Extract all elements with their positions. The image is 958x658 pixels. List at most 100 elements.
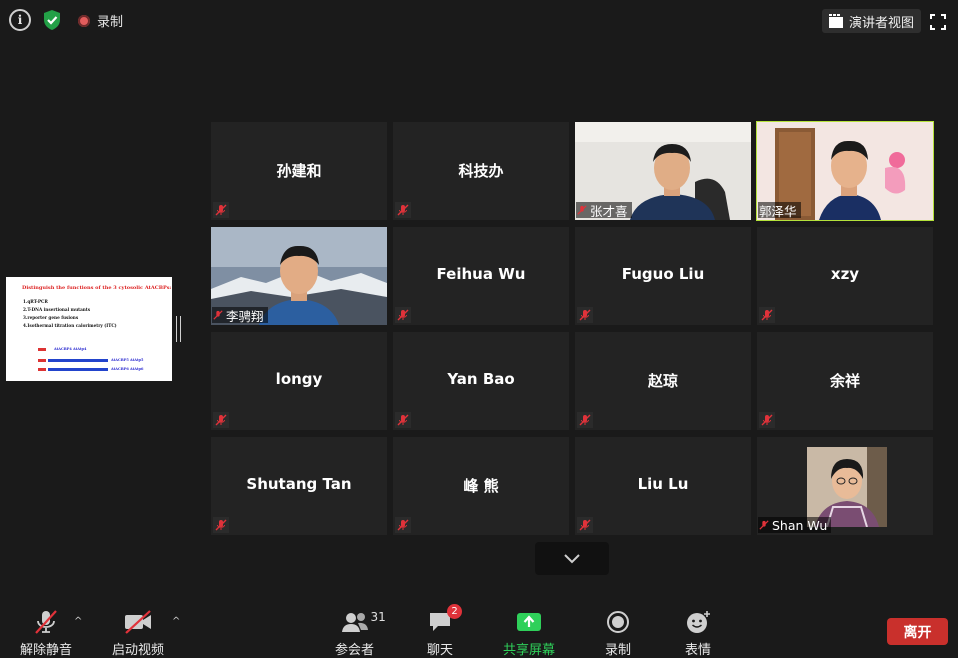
participant-name-label: 郭泽华 bbox=[758, 202, 801, 219]
recording-indicator[interactable]: 录制 bbox=[78, 11, 123, 30]
participant-name-label: 李骋翔 bbox=[212, 307, 268, 324]
participants-count: 31 bbox=[370, 610, 386, 624]
slide-line: 1.qRT-PCR bbox=[23, 299, 48, 304]
record-dot-icon bbox=[78, 14, 90, 27]
video-off-icon bbox=[123, 610, 153, 634]
recording-label: 录制 bbox=[97, 15, 124, 30]
presenter-view-button[interactable]: 演讲者视图 bbox=[822, 9, 922, 33]
mic-muted-icon bbox=[759, 520, 769, 530]
mic-muted-icon bbox=[577, 517, 593, 533]
slide-diagram-bar bbox=[38, 348, 46, 351]
participant-name: Shutang Tan bbox=[246, 475, 352, 493]
participant-name: 孙建和 bbox=[276, 162, 322, 180]
mic-muted-icon bbox=[395, 412, 411, 428]
participant-tile[interactable]: Shutang Tan bbox=[211, 437, 387, 535]
start-video-label: 启动视频 bbox=[112, 643, 165, 658]
participant-tile[interactable]: xzy bbox=[757, 227, 933, 325]
participant-tile[interactable]: 赵琼 bbox=[575, 332, 751, 430]
slide-line: 3.reporter gene fusions bbox=[23, 315, 79, 320]
participant-tile-video[interactable]: 李骋翔 bbox=[211, 227, 387, 325]
mic-muted-icon bbox=[577, 205, 587, 215]
meeting-toolbar: 解除静音 ^ 启动视频 ^ 31 参会者 2 聊天 共享屏幕 录制 表情 bbox=[0, 600, 958, 658]
participant-tile[interactable]: Feihua Wu bbox=[393, 227, 569, 325]
reactions-button[interactable]: 表情 bbox=[685, 610, 711, 658]
shield-icon[interactable] bbox=[41, 9, 63, 31]
participant-tile[interactable]: 峰 熊 bbox=[393, 437, 569, 535]
participant-name: 郭泽华 bbox=[759, 203, 797, 219]
participant-name: longy bbox=[275, 370, 323, 388]
leave-meeting-button[interactable]: 离开 bbox=[887, 618, 948, 645]
mic-muted-icon bbox=[213, 202, 229, 218]
mic-muted-icon bbox=[33, 610, 59, 634]
mic-muted-icon bbox=[577, 307, 593, 323]
video-options-caret-icon[interactable]: ^ bbox=[172, 616, 180, 627]
participant-name: xzy bbox=[830, 265, 860, 283]
participant-name: Fuguo Liu bbox=[621, 265, 705, 283]
split-view-handle[interactable] bbox=[176, 316, 181, 342]
next-page-button[interactable] bbox=[535, 542, 609, 575]
unmute-label: 解除静音 bbox=[20, 643, 73, 658]
participant-name: Shan Wu bbox=[772, 517, 828, 533]
share-screen-icon bbox=[516, 610, 542, 634]
mic-muted-icon bbox=[577, 412, 593, 428]
mic-muted-icon bbox=[213, 310, 223, 320]
participant-tile-video[interactable]: Shan Wu bbox=[757, 437, 933, 535]
mic-muted-icon bbox=[395, 202, 411, 218]
share-screen-label: 共享屏幕 bbox=[503, 643, 556, 658]
slide-diagram-bar bbox=[48, 359, 108, 362]
record-button[interactable]: 录制 bbox=[605, 610, 631, 658]
fullscreen-icon[interactable] bbox=[930, 14, 946, 30]
slide-diagram-bar bbox=[48, 368, 108, 371]
mic-muted-icon bbox=[395, 307, 411, 323]
participant-tile[interactable]: Fuguo Liu bbox=[575, 227, 751, 325]
slide-line: 4.Isothermal titration calorimetry (ITC) bbox=[23, 323, 117, 328]
record-label: 录制 bbox=[605, 643, 632, 658]
participant-name: Feihua Wu bbox=[436, 265, 526, 283]
chat-button[interactable]: 2 聊天 bbox=[427, 604, 462, 658]
mic-muted-icon bbox=[395, 517, 411, 533]
mic-muted-icon bbox=[759, 412, 775, 428]
grid-view-icon bbox=[829, 14, 843, 28]
slide-line: 2.T-DNA insertional mutants bbox=[23, 307, 91, 312]
participant-tile[interactable]: longy bbox=[211, 332, 387, 430]
reactions-label: 表情 bbox=[685, 643, 712, 658]
start-video-button[interactable]: 启动视频 bbox=[112, 610, 164, 658]
record-icon bbox=[606, 610, 630, 634]
chat-label: 聊天 bbox=[427, 643, 454, 658]
participant-tile-active-speaker[interactable]: 郭泽华 bbox=[756, 121, 934, 221]
participant-tile[interactable]: Yan Bao bbox=[393, 332, 569, 430]
participant-tile[interactable]: 孙建和 bbox=[211, 122, 387, 220]
participant-name-label: 张才喜 bbox=[576, 202, 632, 219]
top-bar: i 录制 演讲者视图 bbox=[0, 0, 958, 40]
participant-name: Yan Bao bbox=[447, 370, 515, 388]
mic-muted-icon bbox=[213, 412, 229, 428]
slide-diagram-bar bbox=[38, 359, 46, 362]
slide-marker: AtACBP6 AtAtp6 bbox=[111, 367, 144, 371]
participant-tile[interactable]: Liu Lu bbox=[575, 437, 751, 535]
participants-button[interactable]: 31 参会者 bbox=[335, 610, 386, 658]
participant-tile[interactable]: 科技办 bbox=[393, 122, 569, 220]
participants-icon: 31 bbox=[341, 610, 386, 634]
participant-name: 李骋翔 bbox=[226, 308, 264, 324]
unmute-button[interactable]: 解除静音 bbox=[20, 610, 72, 658]
participant-name: 科技办 bbox=[458, 162, 504, 180]
mic-muted-icon bbox=[213, 517, 229, 533]
participant-name: 余祥 bbox=[829, 372, 860, 390]
shared-screen-thumbnail[interactable]: Distinguish the functions of the 3 cytos… bbox=[6, 277, 172, 381]
participant-tile-video[interactable]: 张才喜 bbox=[575, 122, 751, 220]
info-icon[interactable]: i bbox=[9, 9, 31, 31]
slide-marker: AtACBP4 AtAtp4 bbox=[54, 347, 87, 351]
share-screen-button[interactable]: 共享屏幕 bbox=[503, 610, 555, 658]
participant-name: 赵琼 bbox=[647, 372, 678, 390]
chat-icon: 2 bbox=[428, 604, 462, 634]
participants-label: 参会者 bbox=[335, 643, 375, 658]
participant-name-label: Shan Wu bbox=[758, 517, 832, 533]
slide-diagram-bar bbox=[38, 368, 46, 371]
participant-tile[interactable]: 余祥 bbox=[757, 332, 933, 430]
audio-options-caret-icon[interactable]: ^ bbox=[74, 616, 82, 627]
participant-video bbox=[807, 447, 887, 527]
smiley-icon bbox=[685, 610, 711, 634]
participant-name: 峰 熊 bbox=[463, 477, 499, 495]
slide-title: Distinguish the functions of the 3 cytos… bbox=[22, 285, 172, 291]
mic-muted-icon bbox=[759, 307, 775, 323]
